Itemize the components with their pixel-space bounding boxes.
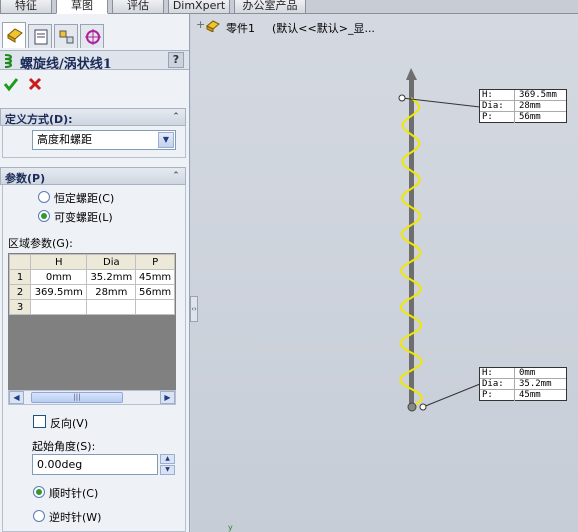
table-header-dia: Dia xyxy=(86,254,137,270)
table-row: 2 369.5mm 28mm 56mm xyxy=(9,284,175,300)
panel-tab-strip xyxy=(0,14,189,48)
constant-pitch-label: 恒定螺距(C) xyxy=(54,192,115,205)
definition-select[interactable]: 高度和螺距 ▼ xyxy=(32,130,176,150)
radio-clockwise[interactable] xyxy=(33,486,45,498)
bottom-dimension-callout[interactable]: H: 0mm Dia: 35.2mm P: 45mm xyxy=(479,367,567,401)
bottom-p-value: 45mm xyxy=(514,390,541,401)
table-horizontal-scrollbar[interactable]: ◀ ||| ▶ xyxy=(8,390,176,405)
reverse-label: 反向(V) xyxy=(50,417,89,430)
top-dia-value: 28mm xyxy=(514,101,541,112)
property-icon xyxy=(34,29,48,45)
collapse-chevron-icon[interactable]: ⌃ xyxy=(170,111,182,123)
row-number: 1 xyxy=(9,269,32,285)
command-manager-tabs: 特征 草图 评估 DimXpert 办公室产品 xyxy=(0,0,578,14)
table-row: 3 xyxy=(9,299,175,315)
params-group-label: 参数(P) xyxy=(5,172,46,185)
help-button[interactable]: ? xyxy=(168,52,184,68)
origin-point xyxy=(407,402,417,412)
expand-icon[interactable]: + xyxy=(196,18,205,31)
part-name[interactable]: 零件1 xyxy=(226,20,255,36)
region-params-label: 区域参数(G): xyxy=(8,237,73,250)
tab-feature-manager[interactable] xyxy=(2,22,26,48)
spin-down-icon[interactable]: ▼ xyxy=(160,465,175,475)
row-number: 3 xyxy=(9,299,32,315)
table-cell[interactable] xyxy=(135,299,175,315)
feature-tree-icon xyxy=(7,28,23,43)
table-row: 1 0mm 35.2mm 45mm xyxy=(9,269,175,285)
radio-variable-pitch[interactable] xyxy=(38,210,50,222)
scroll-right-icon[interactable]: ▶ xyxy=(160,391,175,404)
table-cell[interactable]: 369.5mm xyxy=(30,284,88,300)
table-cell[interactable] xyxy=(86,299,137,315)
definition-group-header[interactable]: 定义方式(D): ⌃ xyxy=(0,108,186,126)
tab-dimxpert[interactable]: DimXpert xyxy=(168,0,230,14)
table-cell[interactable]: 35.2mm xyxy=(86,269,137,285)
region-params-table[interactable]: H Dia P 1 0mm 35.2mm 45mm 2 369.5mm 28mm… xyxy=(8,253,176,391)
tab-evaluate[interactable]: 评估 xyxy=(112,0,164,14)
axis-arrow xyxy=(406,68,417,80)
start-angle-input[interactable]: 0.00deg xyxy=(32,454,158,475)
definition-select-value: 高度和螺距 xyxy=(37,133,92,146)
start-angle-label: 起始角度(S): xyxy=(32,440,96,453)
part-icon xyxy=(206,20,220,32)
table-cell[interactable] xyxy=(30,299,88,315)
collapse-chevron-icon[interactable]: ⌃ xyxy=(170,170,182,182)
bottom-endpoint xyxy=(419,403,427,411)
chevron-down-icon[interactable]: ▼ xyxy=(158,132,174,148)
spin-up-icon[interactable]: ▲ xyxy=(160,454,175,464)
top-dimension-callout[interactable]: H: 369.5mm Dia: 28mm P: 56mm xyxy=(479,89,567,123)
bottom-h-value: 0mm xyxy=(514,368,535,379)
params-group-header[interactable]: 参数(P) ⌃ xyxy=(0,167,186,185)
row-number: 2 xyxy=(9,284,32,300)
table-cell[interactable]: 45mm xyxy=(135,269,175,285)
tab-office-products[interactable]: 办公室产品 xyxy=(234,0,306,14)
ok-check-icon[interactable] xyxy=(3,76,19,92)
tab-sketch[interactable]: 草图 xyxy=(56,0,108,14)
config-name: (默认<<默认>_显... xyxy=(272,22,375,35)
scroll-left-icon[interactable]: ◀ xyxy=(9,391,24,404)
tab-features[interactable]: 特征 xyxy=(0,0,52,14)
radio-constant-pitch[interactable] xyxy=(38,191,50,203)
scroll-thumb[interactable]: ||| xyxy=(31,392,123,403)
radio-counterclockwise[interactable] xyxy=(33,510,45,522)
table-header-corner xyxy=(9,254,32,270)
property-title: 螺旋线/涡状线1 xyxy=(20,57,112,72)
tab-dimxpert-manager[interactable] xyxy=(80,24,104,48)
table-header-p: P xyxy=(135,254,175,270)
tab-configuration-manager[interactable] xyxy=(54,24,78,48)
panel-splitter-handle[interactable]: ‹› xyxy=(190,296,198,322)
variable-pitch-label: 可变螺距(L) xyxy=(54,211,113,224)
top-endpoint xyxy=(398,94,406,102)
bottom-leader-line xyxy=(422,383,481,408)
clockwise-label: 顺时针(C) xyxy=(49,487,99,500)
table-header-h: H xyxy=(30,254,88,270)
table-cell[interactable]: 0mm xyxy=(30,269,88,285)
property-manager: 螺旋线/涡状线1 ? 定义方式(D): ⌃ 高度和螺距 ▼ 参数(P) ⌃ 恒定… xyxy=(0,14,190,532)
configuration-icon xyxy=(59,30,74,44)
reverse-checkbox[interactable] xyxy=(33,415,46,428)
crosshair-icon xyxy=(85,29,101,45)
top-h-value: 369.5mm xyxy=(514,90,557,101)
bottom-dia-value: 35.2mm xyxy=(514,379,552,390)
top-p-value: 56mm xyxy=(514,112,541,123)
cancel-x-icon[interactable] xyxy=(27,76,43,92)
table-cell[interactable]: 28mm xyxy=(86,284,137,300)
table-cell[interactable]: 56mm xyxy=(135,284,175,300)
counterclockwise-label: 逆时针(W) xyxy=(49,511,102,524)
helix-feature-icon xyxy=(4,54,12,68)
axis-y-label: y xyxy=(228,523,233,532)
tab-property-manager[interactable] xyxy=(28,24,52,48)
definition-group-label: 定义方式(D): xyxy=(5,113,73,126)
property-title-bar: 螺旋线/涡状线1 ? xyxy=(0,50,189,72)
